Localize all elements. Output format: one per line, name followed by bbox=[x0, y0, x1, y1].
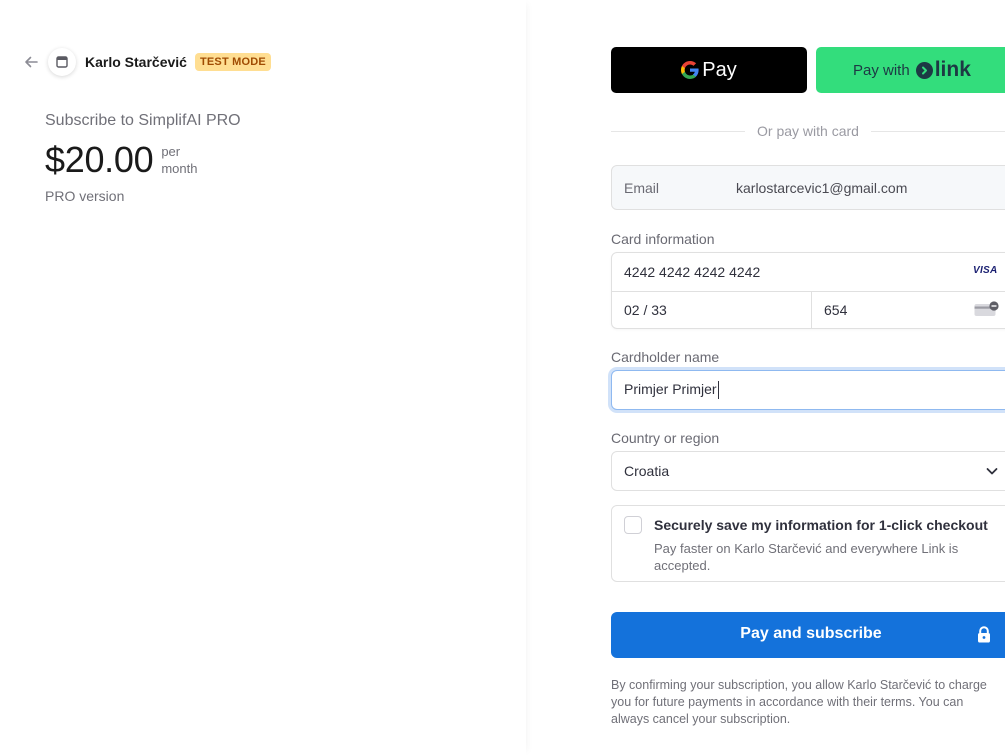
google-g-icon bbox=[681, 61, 699, 79]
link-word: link bbox=[934, 58, 971, 81]
merchant-name: Karlo Starčević bbox=[85, 54, 187, 70]
merchant-placeholder-icon bbox=[48, 48, 76, 76]
email-field[interactable]: Email karlostarcevic1@gmail.com bbox=[611, 165, 1005, 210]
test-mode-badge: TEST MODE bbox=[194, 53, 271, 71]
chevron-down-icon bbox=[986, 468, 998, 475]
divider-line-right bbox=[870, 130, 1005, 132]
pay-and-subscribe-button[interactable]: Pay and subscribe bbox=[611, 612, 1005, 658]
billing-period-line2: month bbox=[161, 161, 198, 176]
cardholder-name-label: Cardholder name bbox=[611, 349, 720, 365]
visa-icon: VISA bbox=[973, 265, 998, 276]
text-caret bbox=[717, 381, 719, 400]
cvc-card-icon bbox=[974, 301, 999, 316]
email-value: karlostarcevic1@gmail.com bbox=[736, 179, 908, 196]
price-amount: $20.00 bbox=[45, 139, 154, 180]
google-pay-label: Pay bbox=[702, 58, 737, 81]
country-select[interactable]: Croatia bbox=[611, 451, 1005, 491]
country-label: Country or region bbox=[611, 430, 720, 446]
card-cvc-input[interactable]: 654 bbox=[812, 291, 1005, 329]
lock-icon bbox=[978, 626, 990, 643]
divider-line-left bbox=[611, 130, 745, 132]
save-info-description: Pay faster on Karlo Starčević and everyw… bbox=[654, 541, 959, 573]
divider-text: Or pay with card bbox=[757, 123, 859, 139]
card-information-group: 4242 4242 4242 4242 VISA 02 / 33 654 bbox=[611, 252, 1005, 329]
order-summary-pane: Karlo Starčević TEST MODE Subscribe to S… bbox=[0, 0, 526, 755]
price-row: $20.00 per month bbox=[45, 140, 197, 180]
product-title: Subscribe to SimplifAI PRO bbox=[45, 112, 241, 129]
subscription-legal-text: By confirming your subscription, you all… bbox=[611, 678, 987, 726]
card-expiry-input[interactable]: 02 / 33 bbox=[612, 291, 812, 329]
link-arrow-icon bbox=[915, 61, 933, 79]
pay-with-link-button[interactable]: Pay with link bbox=[816, 47, 1005, 93]
google-pay-button[interactable]: Pay bbox=[611, 47, 807, 93]
save-info-title: Securely save my information for 1-click… bbox=[654, 517, 988, 533]
card-expiry-cvc-row: 02 / 33 654 bbox=[612, 291, 1005, 329]
cardholder-name-input[interactable]: Primjer Primjer bbox=[611, 370, 1005, 410]
cardholder-name-value: Primjer Primjer bbox=[624, 380, 719, 400]
product-description: PRO version bbox=[45, 188, 125, 204]
email-label: Email bbox=[624, 179, 660, 196]
card-number-input[interactable]: 4242 4242 4242 4242 VISA bbox=[612, 253, 1005, 292]
payment-form: Pay Pay with link Or pay with card Email… bbox=[611, 0, 1005, 755]
card-expiry-value: 02 / 33 bbox=[624, 302, 667, 318]
cardholder-name-text: Primjer Primjer bbox=[624, 380, 717, 397]
card-number-value: 4242 4242 4242 4242 bbox=[624, 264, 761, 280]
country-selected-value: Croatia bbox=[624, 463, 670, 479]
billing-period: per month bbox=[161, 143, 197, 177]
billing-period-line1: per bbox=[161, 144, 181, 159]
checkout-page: Karlo Starčević TEST MODE Subscribe to S… bbox=[0, 0, 1005, 755]
back-arrow-icon[interactable] bbox=[22, 53, 40, 71]
or-pay-with-card-divider: Or pay with card bbox=[611, 122, 1005, 140]
card-cvc-value: 654 bbox=[824, 302, 848, 318]
merchant-header: Karlo Starčević TEST MODE bbox=[22, 48, 271, 76]
link-prefix: Pay with bbox=[853, 61, 910, 79]
pay-button-label: Pay and subscribe bbox=[740, 625, 882, 642]
card-information-label: Card information bbox=[611, 231, 715, 247]
save-info-box: Securely save my information for 1-click… bbox=[611, 505, 1005, 582]
link-logo-icon: link bbox=[915, 58, 971, 82]
save-info-checkbox[interactable] bbox=[624, 516, 642, 534]
